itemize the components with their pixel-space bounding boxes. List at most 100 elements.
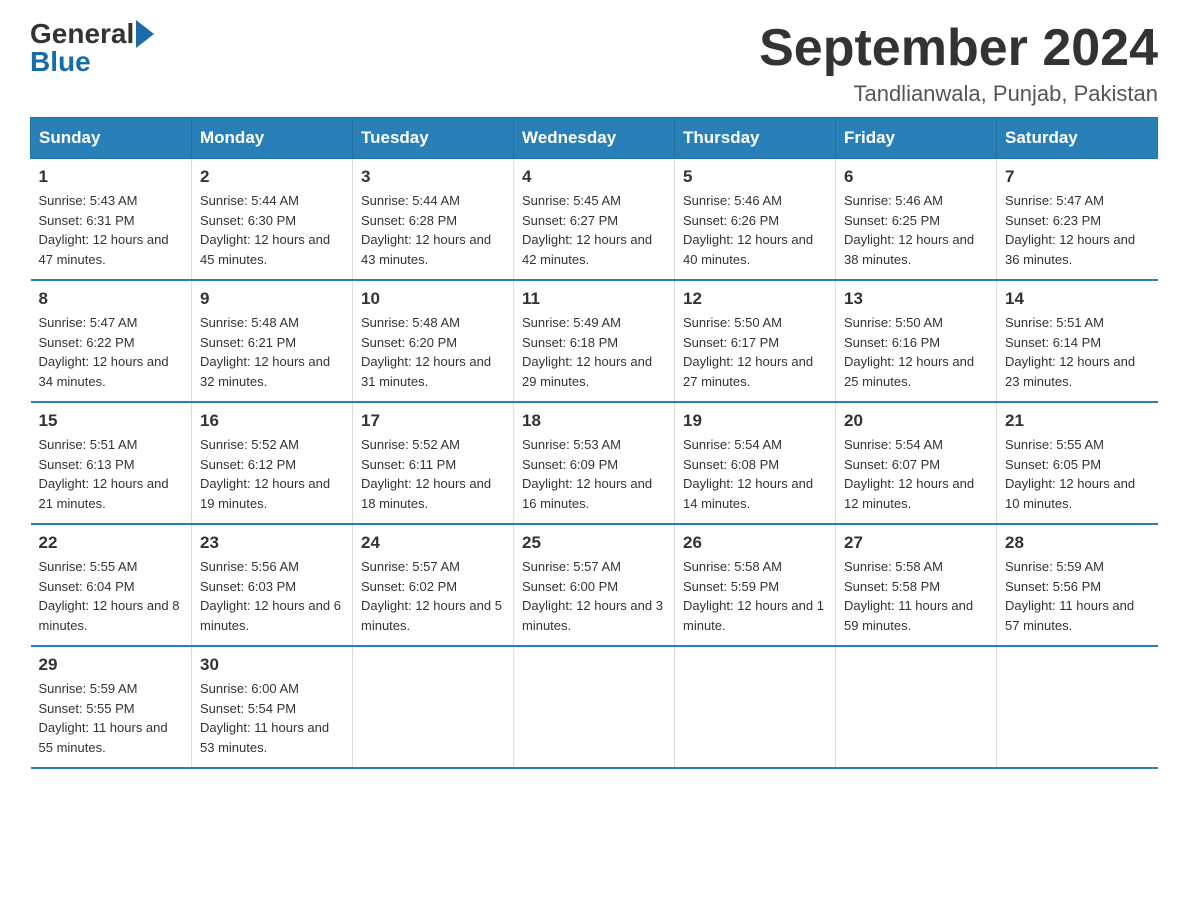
calendar-cell: 19 Sunrise: 5:54 AMSunset: 6:08 PMDayligh… xyxy=(675,402,836,524)
day-number: 1 xyxy=(39,167,184,187)
calendar-cell: 29 Sunrise: 5:59 AMSunset: 5:55 PMDayligh… xyxy=(31,646,192,768)
day-number: 13 xyxy=(844,289,988,309)
logo-general-text: General xyxy=(30,20,134,48)
day-number: 6 xyxy=(844,167,988,187)
calendar-cell: 3 Sunrise: 5:44 AMSunset: 6:28 PMDaylight… xyxy=(353,159,514,281)
calendar-cell: 25 Sunrise: 5:57 AMSunset: 6:00 PMDayligh… xyxy=(514,524,675,646)
logo-line2: Blue xyxy=(30,48,154,76)
calendar-cell: 18 Sunrise: 5:53 AMSunset: 6:09 PMDayligh… xyxy=(514,402,675,524)
day-number: 10 xyxy=(361,289,505,309)
day-number: 23 xyxy=(200,533,344,553)
day-info: Sunrise: 5:46 AMSunset: 6:26 PMDaylight:… xyxy=(683,191,827,269)
day-info: Sunrise: 5:53 AMSunset: 6:09 PMDaylight:… xyxy=(522,435,666,513)
day-info: Sunrise: 5:55 AMSunset: 6:05 PMDaylight:… xyxy=(1005,435,1150,513)
calendar-subtitle: Tandlianwala, Punjab, Pakistan xyxy=(759,81,1158,107)
day-number: 11 xyxy=(522,289,666,309)
calendar-cell: 11 Sunrise: 5:49 AMSunset: 6:18 PMDayligh… xyxy=(514,280,675,402)
day-info: Sunrise: 5:57 AMSunset: 6:00 PMDaylight:… xyxy=(522,557,666,635)
day-number: 5 xyxy=(683,167,827,187)
calendar-cell xyxy=(836,646,997,768)
day-number: 29 xyxy=(39,655,184,675)
day-info: Sunrise: 5:48 AMSunset: 6:21 PMDaylight:… xyxy=(200,313,344,391)
day-number: 19 xyxy=(683,411,827,431)
calendar-cell: 5 Sunrise: 5:46 AMSunset: 6:26 PMDaylight… xyxy=(675,159,836,281)
day-number: 3 xyxy=(361,167,505,187)
day-number: 2 xyxy=(200,167,344,187)
day-number: 22 xyxy=(39,533,184,553)
day-number: 9 xyxy=(200,289,344,309)
day-info: Sunrise: 5:52 AMSunset: 6:12 PMDaylight:… xyxy=(200,435,344,513)
day-info: Sunrise: 6:00 AMSunset: 5:54 PMDaylight:… xyxy=(200,679,344,757)
day-info: Sunrise: 5:57 AMSunset: 6:02 PMDaylight:… xyxy=(361,557,505,635)
calendar-cell: 21 Sunrise: 5:55 AMSunset: 6:05 PMDayligh… xyxy=(997,402,1158,524)
calendar-cell: 8Sunrise: 5:47 AMSunset: 6:22 PMDaylight… xyxy=(31,280,192,402)
day-info: Sunrise: 5:45 AMSunset: 6:27 PMDaylight:… xyxy=(522,191,666,269)
day-info: Sunrise: 5:44 AMSunset: 6:30 PMDaylight:… xyxy=(200,191,344,269)
calendar-cell xyxy=(997,646,1158,768)
calendar-week-row: 22 Sunrise: 5:55 AMSunset: 6:04 PMDayligh… xyxy=(31,524,1158,646)
day-info: Sunrise: 5:54 AMSunset: 6:07 PMDaylight:… xyxy=(844,435,988,513)
day-info: Sunrise: 5:59 AMSunset: 5:56 PMDaylight:… xyxy=(1005,557,1150,635)
calendar-cell: 7 Sunrise: 5:47 AMSunset: 6:23 PMDaylight… xyxy=(997,159,1158,281)
calendar-week-row: 29 Sunrise: 5:59 AMSunset: 5:55 PMDayligh… xyxy=(31,646,1158,768)
day-info: Sunrise: 5:50 AMSunset: 6:17 PMDaylight:… xyxy=(683,313,827,391)
calendar-cell xyxy=(514,646,675,768)
calendar-cell xyxy=(353,646,514,768)
calendar-cell: 9 Sunrise: 5:48 AMSunset: 6:21 PMDaylight… xyxy=(192,280,353,402)
day-number: 20 xyxy=(844,411,988,431)
day-info: Sunrise: 5:55 AMSunset: 6:04 PMDaylight:… xyxy=(39,557,184,635)
day-info: Sunrise: 5:51 AMSunset: 6:13 PMDaylight:… xyxy=(39,435,184,513)
calendar-cell: 16 Sunrise: 5:52 AMSunset: 6:12 PMDayligh… xyxy=(192,402,353,524)
day-number: 24 xyxy=(361,533,505,553)
calendar-cell: 20 Sunrise: 5:54 AMSunset: 6:07 PMDayligh… xyxy=(836,402,997,524)
day-number: 7 xyxy=(1005,167,1150,187)
calendar-title: September 2024 xyxy=(759,20,1158,77)
day-number: 15 xyxy=(39,411,184,431)
day-info: Sunrise: 5:54 AMSunset: 6:08 PMDaylight:… xyxy=(683,435,827,513)
day-info: Sunrise: 5:52 AMSunset: 6:11 PMDaylight:… xyxy=(361,435,505,513)
header-friday: Friday xyxy=(836,118,997,159)
day-info: Sunrise: 5:46 AMSunset: 6:25 PMDaylight:… xyxy=(844,191,988,269)
calendar-week-row: 1 Sunrise: 5:43 AMSunset: 6:31 PMDaylight… xyxy=(31,159,1158,281)
calendar-cell: 28Sunrise: 5:59 AMSunset: 5:56 PMDayligh… xyxy=(997,524,1158,646)
calendar-cell: 4Sunrise: 5:45 AMSunset: 6:27 PMDaylight… xyxy=(514,159,675,281)
calendar-cell xyxy=(675,646,836,768)
day-number: 8 xyxy=(39,289,184,309)
day-info: Sunrise: 5:50 AMSunset: 6:16 PMDaylight:… xyxy=(844,313,988,391)
day-number: 30 xyxy=(200,655,344,675)
header-sunday: Sunday xyxy=(31,118,192,159)
day-number: 17 xyxy=(361,411,505,431)
day-number: 21 xyxy=(1005,411,1150,431)
calendar-cell: 24 Sunrise: 5:57 AMSunset: 6:02 PMDayligh… xyxy=(353,524,514,646)
day-info: Sunrise: 5:59 AMSunset: 5:55 PMDaylight:… xyxy=(39,679,184,757)
day-number: 16 xyxy=(200,411,344,431)
calendar-cell: 14 Sunrise: 5:51 AMSunset: 6:14 PMDayligh… xyxy=(997,280,1158,402)
header-monday: Monday xyxy=(192,118,353,159)
calendar-cell: 1 Sunrise: 5:43 AMSunset: 6:31 PMDaylight… xyxy=(31,159,192,281)
logo-line1: General xyxy=(30,20,154,48)
day-number: 18 xyxy=(522,411,666,431)
calendar-cell: 15 Sunrise: 5:51 AMSunset: 6:13 PMDayligh… xyxy=(31,402,192,524)
header-thursday: Thursday xyxy=(675,118,836,159)
title-section: September 2024 Tandlianwala, Punjab, Pak… xyxy=(759,20,1158,107)
logo-blue-text: Blue xyxy=(30,48,91,76)
day-number: 25 xyxy=(522,533,666,553)
day-info: Sunrise: 5:49 AMSunset: 6:18 PMDaylight:… xyxy=(522,313,666,391)
day-info: Sunrise: 5:47 AMSunset: 6:23 PMDaylight:… xyxy=(1005,191,1150,269)
calendar-header-row: SundayMondayTuesdayWednesdayThursdayFrid… xyxy=(31,118,1158,159)
day-number: 27 xyxy=(844,533,988,553)
day-info: Sunrise: 5:51 AMSunset: 6:14 PMDaylight:… xyxy=(1005,313,1150,391)
day-info: Sunrise: 5:48 AMSunset: 6:20 PMDaylight:… xyxy=(361,313,505,391)
calendar-cell: 27Sunrise: 5:58 AMSunset: 5:58 PMDayligh… xyxy=(836,524,997,646)
day-number: 14 xyxy=(1005,289,1150,309)
calendar-cell: 30 Sunrise: 6:00 AMSunset: 5:54 PMDayligh… xyxy=(192,646,353,768)
day-number: 12 xyxy=(683,289,827,309)
day-info: Sunrise: 5:43 AMSunset: 6:31 PMDaylight:… xyxy=(39,191,184,269)
calendar-cell: 12 Sunrise: 5:50 AMSunset: 6:17 PMDayligh… xyxy=(675,280,836,402)
header-saturday: Saturday xyxy=(997,118,1158,159)
header-wednesday: Wednesday xyxy=(514,118,675,159)
calendar-cell: 17 Sunrise: 5:52 AMSunset: 6:11 PMDayligh… xyxy=(353,402,514,524)
calendar-cell: 26Sunrise: 5:58 AMSunset: 5:59 PMDayligh… xyxy=(675,524,836,646)
calendar-cell: 2 Sunrise: 5:44 AMSunset: 6:30 PMDaylight… xyxy=(192,159,353,281)
day-info: Sunrise: 5:44 AMSunset: 6:28 PMDaylight:… xyxy=(361,191,505,269)
